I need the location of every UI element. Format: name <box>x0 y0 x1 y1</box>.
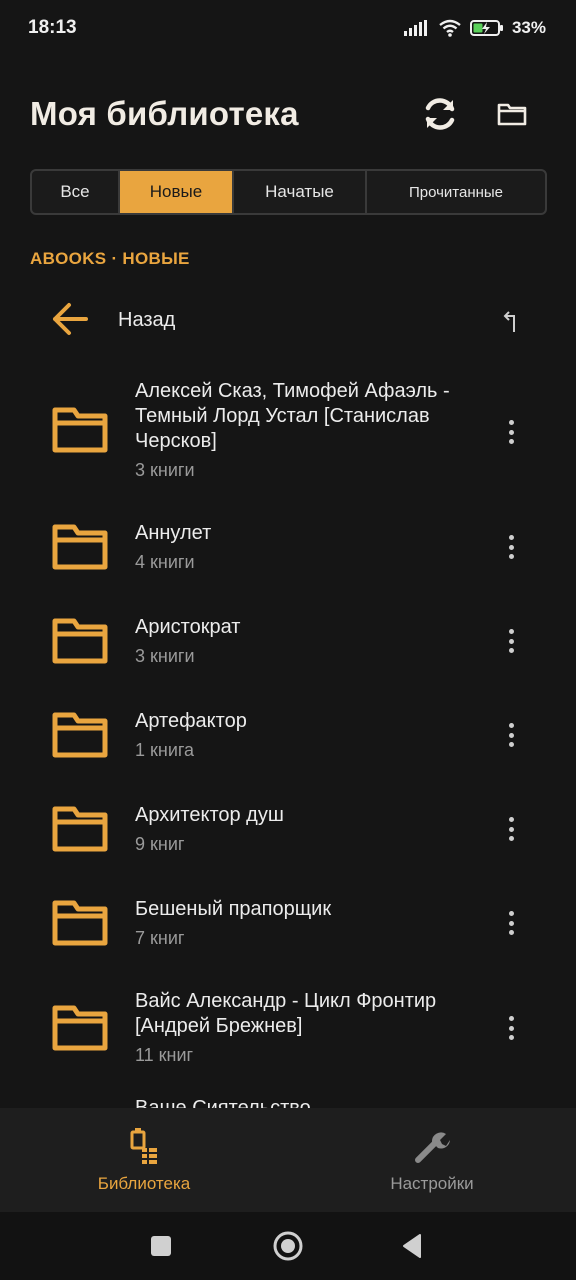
item-title: Алексей Сказ, Тимофей Афаэль - Темный Ло… <box>135 379 450 452</box>
item-subtitle: 7 книг <box>135 927 185 948</box>
more-options-icon[interactable] <box>500 417 522 447</box>
list-item[interactable]: Бешеный прапорщик 7 книг <box>0 876 576 970</box>
list-item[interactable]: Аннулет 4 книги <box>0 500 576 594</box>
system-nav <box>0 1212 576 1280</box>
folder-icon <box>52 1005 108 1051</box>
more-options-icon[interactable] <box>500 720 522 750</box>
arrow-left-icon <box>53 303 88 335</box>
battery-charging-icon <box>469 20 503 36</box>
folder-icon <box>52 524 108 570</box>
item-text: Бешеный прапорщик 7 книг <box>135 897 490 950</box>
filter-tabs: Все Новые Начатые Прочитанные <box>30 169 547 215</box>
list-item[interactable]: Ваше Сиятельство <box>0 1086 576 1108</box>
item-text: Артефактор 1 книга <box>135 709 490 762</box>
folder-button[interactable] <box>488 90 536 138</box>
status-time: 18:13 <box>28 17 77 38</box>
item-text: Аннулет 4 книги <box>135 521 490 574</box>
folder-icon <box>52 806 108 852</box>
signal-icon <box>403 20 427 36</box>
back-nav-button[interactable] <box>392 1226 432 1266</box>
refresh-icon <box>425 98 455 130</box>
nav-library[interactable]: Библиотека <box>0 1108 288 1212</box>
tab-started[interactable]: Начатые <box>234 171 367 213</box>
more-options-icon[interactable] <box>500 626 522 656</box>
list-item[interactable]: Архитектор душ 9 книг <box>0 782 576 876</box>
up-level-icon[interactable] <box>500 308 522 334</box>
list-item[interactable]: Аристократ 3 книги <box>0 594 576 688</box>
recents-button[interactable] <box>141 1226 181 1266</box>
status-icons: 33% <box>403 18 546 38</box>
item-subtitle: 11 книг <box>135 1045 194 1065</box>
back-label: Назад <box>118 309 176 331</box>
more-options-icon[interactable] <box>500 1013 522 1043</box>
item-text: Аристократ 3 книги <box>135 615 490 668</box>
nav-settings[interactable]: Настройки <box>288 1108 576 1212</box>
item-subtitle: 3 книги <box>135 645 195 666</box>
tab-new[interactable]: Новые <box>120 171 234 213</box>
item-text: Вайс Александр - Цикл Фронтир [Андрей Бр… <box>135 989 490 1067</box>
recents-icon <box>151 1236 171 1256</box>
folder-icon <box>52 712 108 758</box>
list-item[interactable]: Артефактор 1 книга <box>0 688 576 782</box>
wifi-icon <box>439 19 461 37</box>
folder-icon <box>52 900 108 946</box>
folder-icon <box>52 618 108 664</box>
item-subtitle: 3 книги <box>135 459 195 480</box>
refresh-button[interactable] <box>416 90 464 138</box>
battery-percent: 33% <box>511 18 546 37</box>
header: Моя библиотека <box>0 82 576 146</box>
item-subtitle: 4 книги <box>135 551 195 572</box>
bottom-nav: Библиотека Настройки <box>0 1108 576 1212</box>
item-text: Алексей Сказ, Тимофей Афаэль - Темный Ло… <box>135 379 490 482</box>
item-text: Архитектор душ 9 книг <box>135 803 490 856</box>
item-text: Ваше Сиятельство <box>135 1086 490 1108</box>
list-item[interactable]: Алексей Сказ, Тимофей Афаэль - Темный Ло… <box>0 360 576 500</box>
item-title: Аристократ <box>135 615 241 638</box>
folder-list: Алексей Сказ, Тимофей Афаэль - Темный Ло… <box>0 360 576 1108</box>
back-icon <box>403 1234 421 1258</box>
item-title: Бешеный прапорщик <box>135 897 332 920</box>
home-icon <box>273 1231 303 1261</box>
list-item[interactable]: Вайс Александр - Цикл Фронтир [Андрей Бр… <box>0 970 576 1086</box>
tab-finished[interactable]: Прочитанные <box>367 171 545 213</box>
more-options-icon[interactable] <box>500 908 522 938</box>
home-button[interactable] <box>268 1226 308 1266</box>
item-title: Вайс Александр - Цикл Фронтир [Андрей Бр… <box>135 990 437 1037</box>
item-title: Аннулет <box>135 521 212 544</box>
item-title: Архитектор душ <box>135 803 284 826</box>
item-title: Артефактор <box>135 709 247 732</box>
more-options-icon[interactable] <box>500 532 522 562</box>
folder-icon <box>497 103 527 126</box>
library-icon <box>130 1128 157 1164</box>
item-subtitle: 1 книга <box>135 739 195 760</box>
breadcrumb: ABOOKS · НОВЫЕ <box>30 249 190 268</box>
nav-settings-label: Настройки <box>390 1174 474 1193</box>
tab-all[interactable]: Все <box>32 171 120 213</box>
back-row[interactable]: Назад <box>0 290 576 350</box>
status-bar: 18:13 33% <box>0 0 576 56</box>
item-title: Ваше Сиятельство <box>135 1097 311 1108</box>
page-title: Моя библиотека <box>30 95 299 132</box>
folder-icon <box>52 407 108 453</box>
wrench-icon <box>415 1132 450 1163</box>
more-options-icon[interactable] <box>500 814 522 844</box>
nav-library-label: Библиотека <box>97 1174 191 1193</box>
item-subtitle: 9 книг <box>135 833 185 854</box>
